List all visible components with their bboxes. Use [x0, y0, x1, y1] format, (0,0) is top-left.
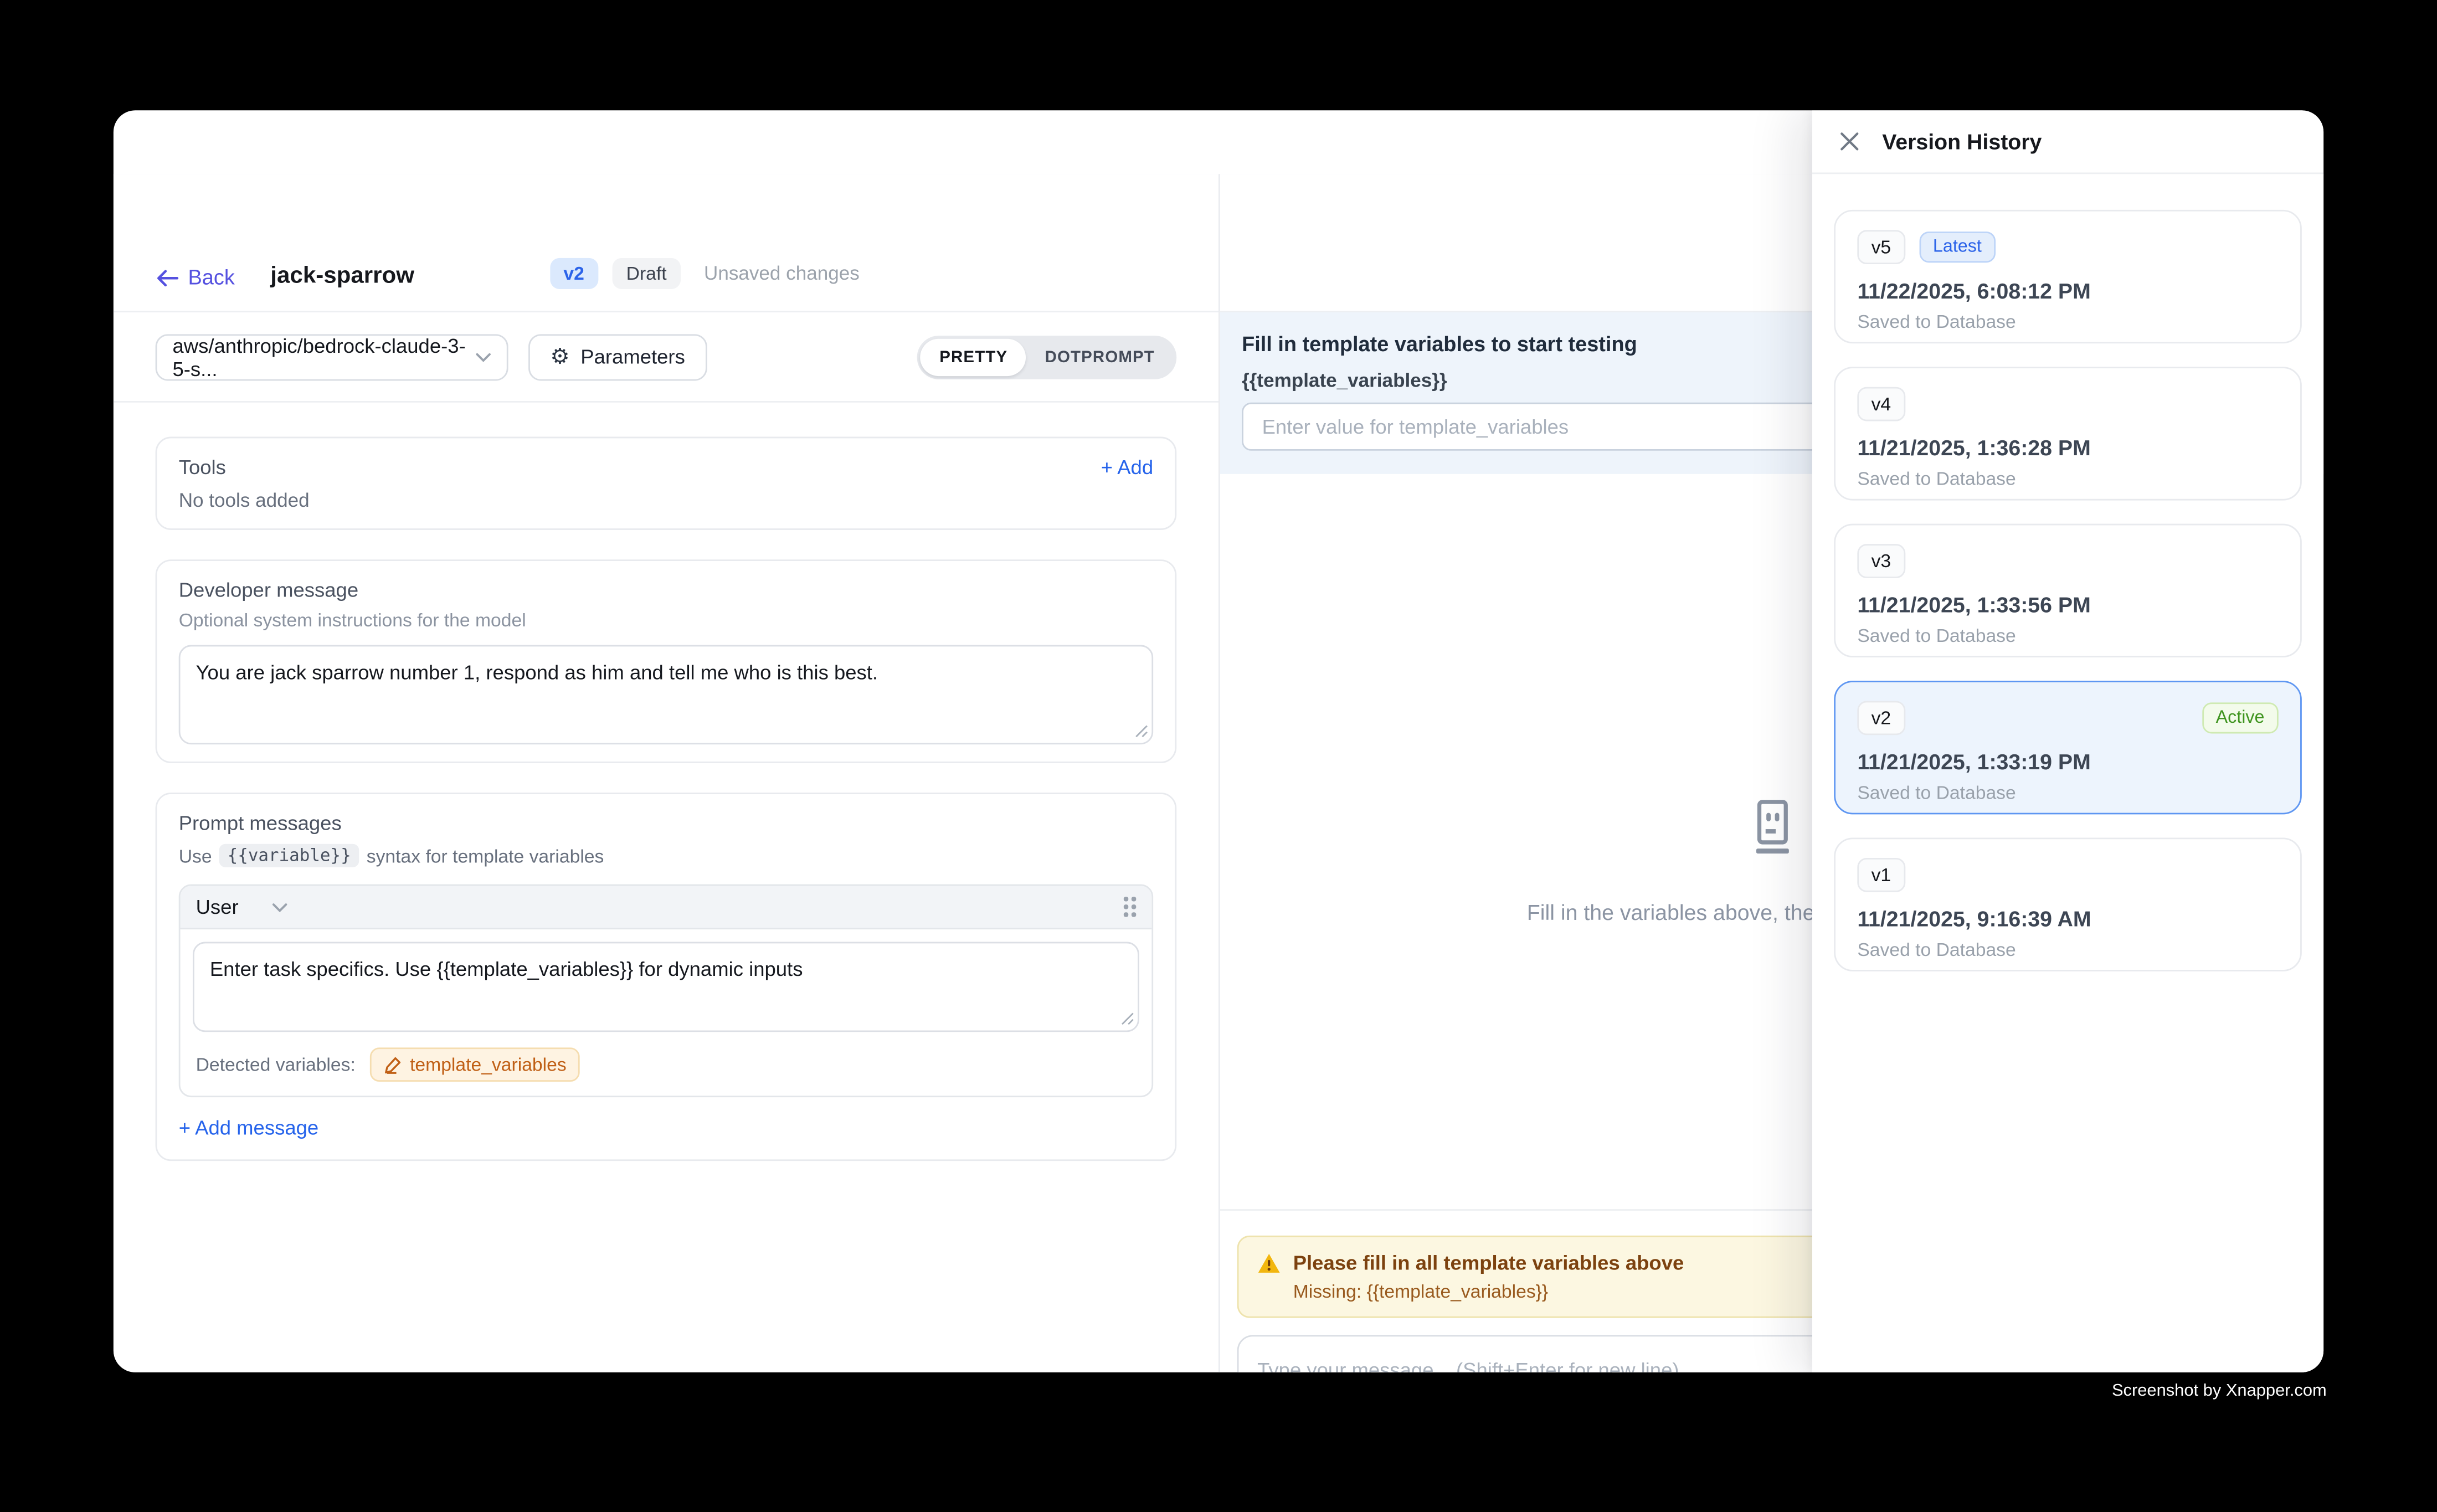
version-status: Saved to Database [1857, 781, 2278, 803]
page-header: Back jack-sparrow v2 Draft Unsaved chang… [114, 174, 1218, 312]
model-selector-value: aws/anthropic/bedrock-claude-3-5-s... [172, 333, 475, 380]
variable-chip[interactable]: template_variables [369, 1047, 580, 1082]
tools-card: Tools + Add No tools added [156, 437, 1177, 530]
version-card[interactable]: v2 Active 11/21/2025, 1:33:19 PM Saved t… [1834, 681, 2302, 814]
version-card[interactable]: v1 11/21/2025, 9:16:39 AM Saved to Datab… [1834, 837, 2302, 971]
draft-badge: Draft [612, 258, 681, 289]
close-icon[interactable] [1839, 131, 1860, 152]
latest-badge: Latest [1919, 232, 1996, 263]
parameters-button[interactable]: Parameters [528, 333, 707, 380]
version-status: Saved to Database [1857, 939, 2278, 960]
version-card-badges: v3 [1857, 544, 2278, 578]
warning-title: Please fill in all template variables ab… [1293, 1251, 1684, 1274]
version-status: Saved to Database [1857, 468, 2278, 490]
tools-empty-text: No tools added [179, 490, 1153, 511]
syntax-hint-suffix: syntax for template variables [367, 845, 604, 866]
drag-handle-icon[interactable] [1124, 897, 1136, 917]
version-id-badge: v2 [1857, 701, 1905, 736]
watermark-text: Screenshot by Xnapper.com [2112, 1382, 2327, 1401]
chevron-down-icon [273, 902, 288, 912]
model-toolbar: aws/anthropic/bedrock-claude-3-5-s... Pa… [114, 312, 1218, 403]
developer-message-subtitle: Optional system instructions for the mod… [179, 609, 1153, 631]
developer-message-input[interactable]: You are jack sparrow number 1, respond a… [179, 645, 1153, 745]
version-list: v5 Latest 11/22/2025, 6:08:12 PM Saved t… [1812, 174, 2323, 971]
warning-triangle-icon [1257, 1252, 1281, 1273]
message-body: Enter task specifics. Use {{template_var… [181, 929, 1152, 1096]
parameters-label: Parameters [580, 345, 685, 368]
version-status: Saved to Database [1857, 311, 2278, 332]
version-id-badge: v5 [1857, 230, 1905, 264]
screenshot-stage: Back jack-sparrow v2 Draft Unsaved chang… [0, 0, 2437, 1512]
message-block: User Enter task specifics. U [179, 884, 1153, 1097]
tools-title: Tools [179, 455, 226, 479]
message-header: User [181, 886, 1152, 929]
toggle-option-pretty[interactable]: PRETTY [921, 338, 1026, 375]
version-id-badge: v1 [1857, 858, 1905, 892]
format-toggle: PRETTY DOTPROMPT [918, 335, 1176, 379]
version-id-badge: v4 [1857, 387, 1905, 421]
syntax-hint: Use {{variable}} syntax for template var… [179, 844, 1153, 867]
app-window: Back jack-sparrow v2 Draft Unsaved chang… [114, 110, 2323, 1372]
prompt-editor-body: Tools + Add No tools added Developer mes… [114, 403, 1218, 1372]
version-history-panel: Version History v5 Latest 11/22/2025, 6:… [1812, 110, 2323, 1372]
version-timestamp: 11/21/2025, 9:16:39 AM [1857, 906, 2278, 931]
message-input[interactable]: Enter task specifics. Use {{template_var… [193, 942, 1139, 1032]
version-history-title: Version History [1882, 129, 2042, 154]
version-card[interactable]: v4 11/21/2025, 1:36:28 PM Saved to Datab… [1834, 367, 2302, 500]
version-card-badges: v4 [1857, 387, 2278, 421]
variable-chip-label: template_variables [410, 1054, 567, 1076]
version-card[interactable]: v3 11/21/2025, 1:33:56 PM Saved to Datab… [1834, 524, 2302, 657]
version-card-badges: v2 Active [1857, 701, 2278, 736]
version-timestamp: 11/21/2025, 1:33:19 PM [1857, 749, 2278, 774]
version-id-badge: v3 [1857, 544, 1905, 578]
developer-message-title: Developer message [179, 578, 1153, 601]
detected-variables-row: Detected variables: template_variables [193, 1047, 1139, 1082]
detected-variables-label: Detected variables: [196, 1054, 356, 1076]
back-arrow-icon [156, 268, 179, 287]
version-status: Saved to Database [1857, 625, 2278, 646]
toggle-option-dotprompt[interactable]: DOTPROMPT [1026, 338, 1174, 375]
version-card[interactable]: v5 Latest 11/22/2025, 6:08:12 PM Saved t… [1834, 210, 2302, 343]
back-label: Back [188, 266, 235, 289]
role-selector[interactable]: User [196, 895, 289, 918]
chevron-down-icon [476, 352, 491, 362]
model-selector[interactable]: aws/anthropic/bedrock-claude-3-5-s... [156, 333, 508, 380]
robot-face-icon [1741, 796, 1803, 858]
edit-pencil-icon [383, 1055, 402, 1074]
version-timestamp: 11/21/2025, 1:33:56 PM [1857, 592, 2278, 617]
version-history-header: Version History [1812, 110, 2323, 174]
prompt-messages-card: Prompt messages Use {{variable}} syntax … [156, 793, 1177, 1161]
page-title: jack-sparrow [270, 263, 414, 289]
role-selector-value: User [196, 895, 239, 918]
version-card-badges: v1 [1857, 858, 2278, 892]
gear-icon [550, 345, 569, 368]
unsaved-changes-text: Unsaved changes [704, 263, 860, 284]
prompt-messages-title: Prompt messages [179, 811, 1153, 835]
version-timestamp: 11/22/2025, 6:08:12 PM [1857, 278, 2278, 303]
add-tool-button[interactable]: + Add [1101, 455, 1153, 479]
add-message-button[interactable]: + Add message [179, 1116, 319, 1139]
syntax-hint-prefix: Use [179, 845, 212, 866]
version-card-badges: v5 Latest [1857, 230, 2278, 264]
active-badge: Active [2202, 702, 2278, 733]
version-badge: v2 [549, 258, 598, 289]
syntax-hint-code: {{variable}} [220, 844, 359, 867]
back-button[interactable]: Back [156, 266, 235, 289]
prompt-editor-column: Back jack-sparrow v2 Draft Unsaved chang… [114, 174, 1220, 1372]
header-badges: v2 Draft Unsaved changes [549, 258, 860, 289]
developer-message-card: Developer message Optional system instru… [156, 559, 1177, 763]
version-timestamp: 11/21/2025, 1:36:28 PM [1857, 435, 2278, 460]
